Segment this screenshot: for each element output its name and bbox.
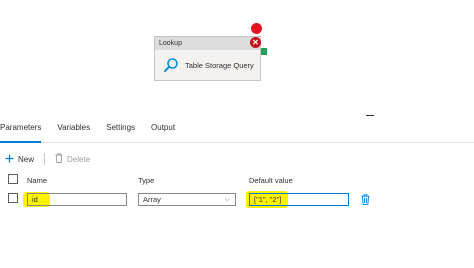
activity-type-label: Lookup [155,37,260,50]
select-all-checkbox[interactable] [8,174,18,184]
tab-settings[interactable]: Settings [98,118,143,142]
new-label: New [18,154,35,164]
param-default-value: ["1", "2"] [254,195,282,204]
lookup-activity[interactable]: Lookup Table Storage Query [154,36,261,81]
column-header-default-value: Default value [249,176,293,185]
success-handle[interactable] [261,48,267,55]
trash-icon [55,153,63,165]
delete-label: Delete [67,154,91,164]
properties-tabs: Parameters Variables Settings Output [0,118,474,143]
parameters-toolbar: New Delete [0,148,96,170]
plus-icon [5,154,14,165]
tab-variables[interactable]: Variables [49,118,98,142]
table-header: Name Type Default value [0,170,474,190]
param-default-value-input[interactable]: ["1", "2"] [249,193,349,206]
table-row: id Array ⌵ ["1", "2"] [0,190,474,208]
toolbar-divider [44,153,46,165]
param-name-value: id [32,195,38,204]
column-header-type: Type [138,176,155,185]
tab-output[interactable]: Output [143,118,183,142]
text-cursor [366,115,374,116]
row-delete-icon[interactable] [361,192,370,210]
param-type-value: Array [143,195,161,204]
param-type-select[interactable]: Array ⌵ [138,193,236,206]
new-button[interactable]: New [0,154,40,165]
delete-button[interactable]: Delete [49,153,96,165]
param-name-input[interactable]: id [27,193,127,206]
row-checkbox[interactable] [8,193,18,203]
column-header-name: Name [27,176,48,185]
error-icon[interactable]: ✕ [250,37,261,48]
status-dot [251,23,262,34]
chevron-down-icon: ⌵ [224,196,230,203]
magnifier-icon [163,57,179,73]
activity-name: Table Storage Query [185,60,254,70]
tab-parameters[interactable]: Parameters [0,118,49,143]
